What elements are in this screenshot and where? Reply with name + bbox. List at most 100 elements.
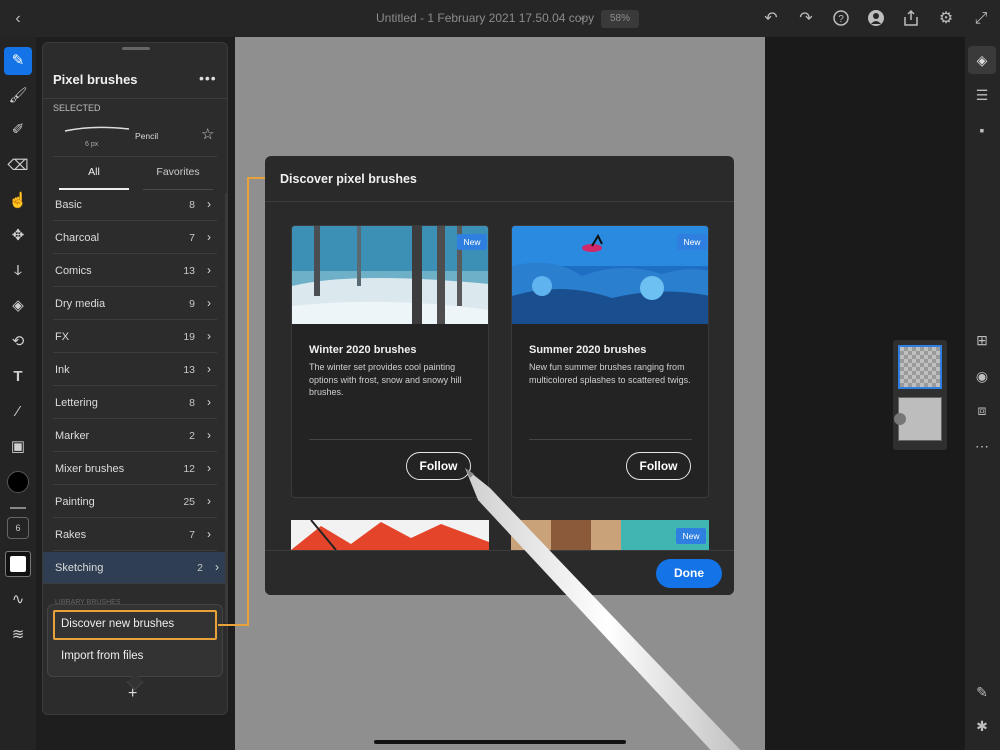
move-tool-icon[interactable]: ✥ [5, 223, 31, 249]
undo-icon[interactable]: ↶ [761, 9, 781, 29]
category-row[interactable]: Painting 25 › [53, 486, 217, 518]
eraser-icon[interactable]: ⌫ [5, 153, 31, 179]
category-name: Ink [55, 364, 70, 376]
brush-stroke-preview [64, 126, 130, 132]
category-row[interactable]: Comics 13 › [53, 255, 217, 287]
chevron-right-icon: › [207, 461, 211, 475]
left-toolbar: ✎ 🖌 ✐ ⌫ ☝ ✥ ↆ ◈ ⟲ T ⁄ ▣ 6 ∿ ≋ [0, 37, 36, 750]
category-name: Basic [55, 199, 82, 211]
mask-icon[interactable]: ⧈ [970, 398, 994, 422]
category-name: Painting [55, 496, 95, 508]
invite-icon[interactable] [866, 9, 886, 29]
category-count: 19 [183, 331, 195, 343]
layers-icon[interactable]: ◈ [968, 46, 996, 74]
category-row[interactable]: Lettering 8 › [53, 387, 217, 419]
brush-settings-icon[interactable]: ≋ [5, 622, 31, 648]
chevron-right-icon: › [207, 428, 211, 442]
discover-new-brushes-item[interactable]: Discover new brushes [61, 618, 174, 630]
layer-thumbnail-active[interactable] [898, 345, 942, 389]
expand-icon[interactable]: ⤢ [971, 9, 991, 29]
chevron-right-icon: › [207, 329, 211, 343]
chevron-right-icon: › [207, 362, 211, 376]
comments-icon[interactable]: ▪ [970, 118, 994, 142]
category-name: Marker [55, 430, 90, 442]
tab-all[interactable]: All [59, 166, 129, 190]
new-badge: New [677, 234, 707, 250]
category-row[interactable]: FX 19 › [53, 321, 217, 353]
zoom-level[interactable]: 58% [601, 10, 639, 28]
more-options-icon[interactable]: ⋯ [970, 434, 994, 458]
category-count: 8 [189, 199, 195, 211]
category-name: Rakes [55, 529, 87, 541]
category-row[interactable]: Rakes 7 › [53, 519, 217, 551]
pixel-brush-icon[interactable]: 🖌 [5, 83, 31, 109]
layer-color-button[interactable] [5, 551, 31, 577]
card-title: Winter 2020 brushes [309, 344, 417, 356]
chevron-right-icon: › [207, 494, 211, 508]
lasso-icon[interactable]: ↆ [5, 258, 31, 284]
divider [529, 439, 692, 440]
category-row[interactable]: Basic 8 › [53, 189, 217, 221]
right-toolbar [965, 37, 1000, 750]
adjustments-icon[interactable]: ☰ [970, 83, 994, 107]
category-count: 13 [183, 364, 195, 376]
document-title[interactable]: Untitled - 1 February 2021 17.50.04 copy [376, 11, 594, 25]
brush-pack-card[interactable]: New Summer 2020 brushes New fun summer b… [511, 225, 709, 498]
chevron-right-icon: › [207, 296, 211, 310]
liquify-icon[interactable]: ⟲ [5, 329, 31, 355]
bug-report-icon[interactable]: ✱ [970, 714, 994, 738]
category-count: 9 [189, 298, 195, 310]
dialog-title: Discover pixel brushes [280, 172, 417, 186]
chevron-right-icon: › [207, 230, 211, 244]
selected-label: SELECTED [53, 103, 101, 113]
ruler-icon[interactable]: ✎ [970, 680, 994, 704]
type-tool-icon[interactable]: T [5, 364, 31, 390]
share-icon[interactable] [901, 9, 921, 29]
color-swatch[interactable] [7, 471, 29, 493]
panel-more-icon[interactable]: ••• [199, 70, 217, 86]
title-dropdown-chevron-icon[interactable]: ⌄ [578, 10, 587, 23]
panel-drag-handle[interactable] [122, 47, 150, 50]
import-from-files-item[interactable]: Import from files [61, 650, 143, 662]
back-chevron-icon[interactable]: ‹ [8, 9, 28, 29]
favorite-star-icon[interactable]: ☆ [201, 125, 214, 143]
selected-brush-row[interactable]: 6 px Pencil ☆ [53, 119, 227, 155]
chevron-right-icon: › [207, 263, 211, 277]
category-count: 7 [189, 232, 195, 244]
selected-brush-name: Pencil [135, 131, 159, 141]
add-layer-icon[interactable]: ⊞ [970, 328, 994, 352]
selected-brush-size: 6 px [85, 141, 99, 148]
category-row[interactable]: Mixer brushes 12 › [53, 453, 217, 485]
category-count: 25 [183, 496, 195, 508]
category-count: 2 [189, 430, 195, 442]
category-row[interactable]: Dry media 9 › [53, 288, 217, 320]
stroke-smoothing-icon[interactable]: ∿ [5, 587, 31, 613]
category-name: FX [55, 331, 70, 343]
category-row-selected[interactable]: Sketching 2 › [43, 552, 227, 584]
visibility-eye-icon[interactable]: ◉ [970, 364, 994, 388]
chevron-right-icon: › [207, 197, 211, 211]
category-row[interactable]: Ink 13 › [53, 354, 217, 386]
smudge-icon[interactable]: ☝ [5, 188, 31, 214]
image-icon[interactable]: ▣ [5, 434, 31, 460]
category-count: 2 [197, 562, 203, 574]
eyedropper-icon[interactable]: ⁄ [5, 399, 31, 425]
category-name: Sketching [55, 562, 104, 574]
top-bar: ‹ Untitled - 1 February 2021 17.50.04 co… [0, 0, 1000, 37]
size-slider-handle[interactable] [10, 507, 26, 509]
redo-icon[interactable]: ↷ [796, 9, 816, 29]
svg-text:?: ? [838, 14, 844, 25]
category-row[interactable]: Marker 2 › [53, 420, 217, 452]
fill-bucket-icon[interactable]: ◈ [5, 293, 31, 319]
brush-pack-card[interactable]: New Winter 2020 brushes The winter set p… [291, 225, 489, 498]
category-row[interactable]: Charcoal 7 › [53, 222, 217, 254]
gear-icon[interactable]: ⚙ [936, 9, 956, 29]
add-brush-menu: Discover new brushes Import from files [47, 604, 223, 677]
tab-favorites[interactable]: Favorites [143, 166, 213, 190]
card-description: The winter set provides cool painting op… [309, 362, 462, 397]
mixer-brush-icon[interactable]: ✐ [5, 117, 31, 143]
paint-brush-tool-icon[interactable]: ✎ [4, 47, 32, 75]
card-description: New fun summer brushes ranging from mult… [529, 362, 691, 385]
brush-size-value[interactable]: 6 [7, 517, 29, 539]
help-icon[interactable]: ? [831, 9, 851, 29]
